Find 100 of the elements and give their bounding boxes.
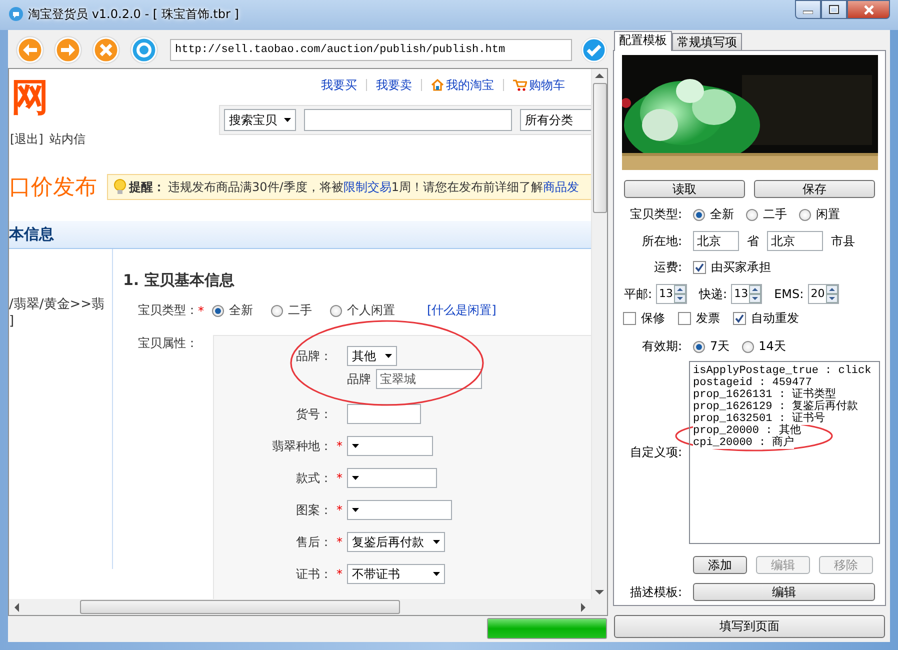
list-button[interactable]: 添加 bbox=[693, 556, 747, 574]
dropdown[interactable] bbox=[347, 500, 452, 520]
cancel-icon[interactable] bbox=[91, 35, 121, 65]
field-label: 证书： bbox=[296, 566, 332, 580]
help-link[interactable]: [什么是闲置] bbox=[427, 302, 496, 319]
field-label: 品牌 bbox=[347, 370, 371, 388]
field-label: 有效期: bbox=[640, 338, 682, 355]
radio-button[interactable] bbox=[746, 208, 758, 220]
list-item[interactable]: prop_1632501 : 证书号 bbox=[693, 413, 826, 425]
field-label: EMS: bbox=[774, 287, 804, 301]
spin-icon bbox=[749, 285, 762, 303]
checkbox[interactable] bbox=[733, 312, 746, 325]
input-field[interactable]: 北京 bbox=[767, 231, 823, 251]
nav-link[interactable]: 我要卖 bbox=[376, 77, 412, 93]
number-field[interactable]: 13 bbox=[656, 284, 688, 304]
dropdown[interactable] bbox=[347, 468, 437, 488]
list-item[interactable]: postageid : 459477 bbox=[693, 377, 812, 389]
minimize-button[interactable] bbox=[795, 0, 821, 19]
home-icon bbox=[431, 79, 444, 91]
number-field[interactable]: 13 bbox=[731, 284, 762, 304]
site-logo: 网 bbox=[11, 77, 49, 117]
list-item[interactable]: cpi_20000 : 商户 bbox=[693, 437, 794, 449]
account-link[interactable]: 站内信 bbox=[49, 131, 86, 148]
option-label: 二手 bbox=[763, 206, 787, 223]
address-field[interactable]: http://sell.taobao.com/auction/publish/publish.htm bbox=[170, 39, 572, 61]
field-label: 售后： bbox=[296, 534, 332, 548]
option-label: 全新 bbox=[229, 302, 253, 319]
required-mark: * bbox=[336, 439, 342, 453]
ring-icon[interactable] bbox=[129, 35, 159, 65]
panel-button[interactable]: 读取 bbox=[624, 180, 745, 198]
section-title: 本信息 bbox=[9, 225, 54, 244]
back-icon[interactable] bbox=[15, 35, 45, 65]
radio-button[interactable] bbox=[742, 340, 754, 352]
edit-template-button[interactable]: 编辑 bbox=[693, 583, 875, 601]
scroll-thumb[interactable] bbox=[592, 83, 606, 213]
notice-label: 提醒： bbox=[129, 178, 165, 196]
field-label: 自定义项: bbox=[628, 444, 682, 461]
notice-link[interactable]: 商品发 bbox=[542, 180, 579, 194]
list-item[interactable]: prop_1626131 : 证书类型 bbox=[693, 389, 836, 401]
fill-page-button[interactable]: 填写到页面 bbox=[614, 615, 885, 638]
list-item[interactable]: isApplyPostage_true : click bbox=[693, 365, 872, 377]
panel-button[interactable]: 保存 bbox=[754, 180, 875, 198]
scroll-right-icon[interactable] bbox=[580, 602, 586, 612]
field-label: 宝贝类型： bbox=[138, 302, 198, 319]
scroll-up-icon[interactable] bbox=[595, 73, 604, 79]
field-label: 款式： bbox=[296, 470, 332, 484]
dropdown[interactable]: 不带证书 bbox=[347, 564, 445, 584]
caret-icon bbox=[352, 476, 359, 480]
field-label: 平邮: bbox=[624, 286, 652, 302]
forward-icon[interactable] bbox=[53, 35, 83, 65]
vertical-scrollbar[interactable] bbox=[591, 69, 607, 599]
checkbox[interactable] bbox=[678, 312, 691, 325]
cart-icon bbox=[513, 79, 527, 91]
bulb-icon bbox=[114, 179, 126, 195]
radio-button[interactable] bbox=[271, 304, 283, 316]
option-label: 由买家承担 bbox=[711, 259, 771, 276]
window-title: 淘宝登货员 v1.0.2.0 - [ 珠宝首饰.tbr ] bbox=[28, 6, 239, 23]
radio-button[interactable] bbox=[693, 208, 705, 220]
caret-icon bbox=[433, 540, 440, 544]
option-label: 保修 bbox=[641, 310, 665, 327]
maximize-button[interactable] bbox=[821, 0, 847, 19]
nav-link[interactable]: 我要买 bbox=[321, 77, 357, 93]
checkbox[interactable] bbox=[623, 312, 636, 325]
nav-link[interactable]: 我的淘宝 bbox=[431, 77, 494, 93]
dropdown[interactable]: 复鉴后再付款 bbox=[347, 532, 445, 552]
search-field[interactable] bbox=[304, 109, 512, 131]
tab[interactable]: 常规填写项 bbox=[672, 33, 742, 50]
field-label: 图案： bbox=[296, 502, 332, 516]
category-path: ] bbox=[9, 313, 14, 330]
input-field[interactable]: 宝翠城 bbox=[376, 369, 482, 389]
field-label: 描述模板: bbox=[628, 584, 682, 600]
input-field[interactable]: 北京 bbox=[693, 231, 739, 251]
nav-link[interactable]: 购物车 bbox=[513, 77, 565, 93]
check-icon[interactable] bbox=[580, 36, 608, 64]
custom-items-list[interactable]: isApplyPostage_true : click postageid : 459477 prop_1626131 : 证书类型 prop_1626129 : 复鉴后再付款 prop_1632501 : 证书号 prop_20000 : 其他 cpi_20000 : 商户 bbox=[689, 361, 880, 544]
list-item[interactable]: prop_1626129 : 复鉴后再付款 bbox=[693, 401, 858, 413]
scope-dropdown[interactable]: 搜索宝贝 bbox=[224, 109, 296, 131]
field-label: 货号： bbox=[296, 406, 332, 420]
scroll-thumb[interactable] bbox=[80, 600, 400, 614]
notice-link[interactable]: 限制交易 bbox=[343, 180, 392, 194]
radio-button[interactable] bbox=[330, 304, 342, 316]
account-link[interactable]: [退出] bbox=[10, 131, 44, 148]
tab[interactable]: 配置模板 bbox=[614, 31, 672, 51]
required-mark: * bbox=[198, 304, 204, 318]
category-dropdown[interactable]: 所有分类 bbox=[520, 109, 591, 131]
list-item[interactable]: prop_20000 : 其他 bbox=[693, 425, 801, 437]
radio-button[interactable] bbox=[799, 208, 811, 220]
close-button[interactable] bbox=[847, 0, 890, 19]
dropdown[interactable]: 其他 bbox=[347, 346, 397, 366]
input-field[interactable] bbox=[347, 404, 421, 424]
scroll-left-icon[interactable] bbox=[14, 602, 20, 612]
radio-button[interactable] bbox=[693, 340, 705, 352]
required-mark: * bbox=[336, 471, 342, 485]
checkbox[interactable] bbox=[693, 261, 706, 274]
scroll-down-icon[interactable] bbox=[595, 589, 604, 595]
option-label: 全新 bbox=[710, 206, 734, 223]
number-field[interactable]: 20 bbox=[808, 284, 839, 304]
dropdown[interactable] bbox=[347, 436, 433, 456]
radio-button[interactable] bbox=[212, 304, 224, 316]
field-label: 所在地: bbox=[640, 232, 682, 250]
